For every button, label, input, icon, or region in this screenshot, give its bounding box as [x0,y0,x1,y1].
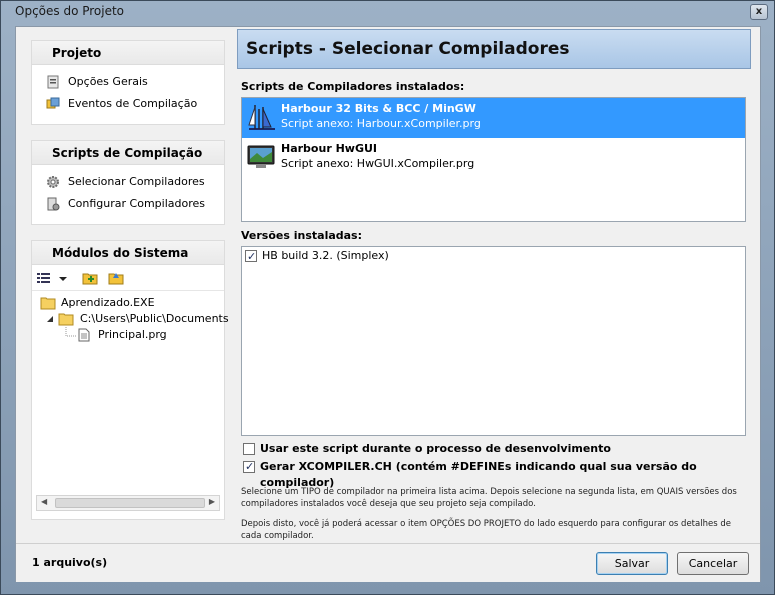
monitor-icon [247,145,275,168]
modules-horizontal-scrollbar[interactable]: ◀ ▶ [36,495,220,511]
versions-list[interactable]: HB build 3.2. (Simplex) [241,246,746,436]
tree-node-prg-label: Principal.prg [98,328,167,341]
compiler-name: Harbour HwGUI [281,142,377,155]
help-text-1: Selecione um TIPO de compilador na prime… [241,487,737,509]
tree-node-prg[interactable]: Principal.prg [32,327,224,343]
events-icon [46,97,60,109]
scroll-left-icon[interactable]: ◀ [41,497,47,506]
page-title: Scripts - Selecionar Compiladores [237,29,751,69]
expand-arrow-icon[interactable] [46,315,54,323]
main-panel: Scripts - Selecionar Compiladores Script… [237,27,752,543]
panel-projeto-header: Projeto [32,41,224,65]
close-button[interactable]: x [750,4,768,20]
dropdown-arrow-icon[interactable] [58,270,68,286]
folder-icon [40,297,56,310]
installed-compilers-label: Scripts de Compiladores instalados: [241,80,465,93]
tree-line-icon [65,327,76,337]
folder-icon [58,313,74,326]
modules-toolbar [32,265,224,291]
scrollbar-thumb[interactable] [55,498,205,508]
compiler-script: Script anexo: Harbour.xCompiler.prg [281,117,481,130]
panel-scripts-header: Scripts de Compilação [32,141,224,165]
nav-eventos-compilacao-label: Eventos de Compilação [68,97,198,110]
nav-configurar-compiladores[interactable]: Configurar Compiladores [32,193,224,215]
window-title: Opções do Projeto [15,4,125,18]
list-item-compiler-hwgui[interactable]: Harbour HwGUI Script anexo: HwGUI.xCompi… [242,138,745,178]
nav-configurar-compiladores-label: Configurar Compiladores [68,197,206,210]
settings-icon [47,75,59,89]
nav-opcoes-gerais-label: Opções Gerais [68,75,148,88]
compilers-list[interactable]: Harbour 32 Bits & BCC / MinGW Script ane… [241,97,746,222]
save-button[interactable]: Salvar [596,552,668,575]
list-item-compiler-harbour[interactable]: Harbour 32 Bits & BCC / MinGW Script ane… [242,98,745,138]
file-icon [78,328,90,342]
dialog-footer: 1 arquivo(s) Salvar Cancelar [16,543,760,582]
option-dev-checkbox[interactable] [243,443,255,455]
scroll-right-icon[interactable]: ▶ [209,497,215,506]
option-generate-ch[interactable]: Gerar XCOMPILER.CH (contém #DEFINEs indi… [243,459,752,489]
nav-selecionar-compiladores-label: Selecionar Compiladores [68,175,205,188]
tree-node-folder[interactable]: C:\Users\Public\Documents [32,311,229,327]
gear-icon [47,176,59,188]
nav-eventos-compilacao[interactable]: Eventos de Compilação [32,93,224,115]
panel-modulos-header: Módulos do Sistema [32,241,224,265]
option-dev-label: Usar este script durante o processo de d… [260,442,611,455]
panel-projeto: Projeto Opções Gerais Eventos de Compila… [31,40,225,125]
title-bar[interactable]: Opções do Projeto x [1,1,774,23]
version-checkbox[interactable] [245,248,257,266]
tree-node-exe[interactable]: Aprendizado.EXE [32,295,224,311]
nav-selecionar-compiladores[interactable]: Selecionar Compiladores [32,171,224,193]
tree-node-folder-label: C:\Users\Public\Documents [80,312,229,325]
nav-opcoes-gerais[interactable]: Opções Gerais [32,71,224,93]
cancel-button[interactable]: Cancelar [677,552,749,575]
dialog-client: Projeto Opções Gerais Eventos de Compila… [15,26,761,582]
list-view-icon[interactable] [36,270,52,286]
panel-modulos: Módulos do Sistema Aprendizado.EXE C:\Us… [31,240,229,520]
open-folder-icon[interactable] [108,270,124,286]
tree-node-exe-label: Aprendizado.EXE [61,296,155,309]
version-label: HB build 3.2. (Simplex) [262,249,389,262]
project-options-window: Opções do Projeto x Projeto Opções Gerai… [0,0,775,595]
list-item-version[interactable]: HB build 3.2. (Simplex) [242,247,745,266]
harbour-icon [248,105,275,130]
file-count: 1 arquivo(s) [32,556,108,569]
panel-scripts: Scripts de Compilação Selecionar Compila… [31,140,225,225]
installed-versions-label: Versões instaladas: [241,229,363,242]
option-dev-script[interactable]: Usar este script durante o processo de d… [243,441,611,457]
compiler-script: Script anexo: HwGUI.xCompiler.prg [281,157,475,170]
option-gen-label: Gerar XCOMPILER.CH (contém #DEFINEs indi… [260,460,697,489]
compiler-name: Harbour 32 Bits & BCC / MinGW [281,102,476,115]
configure-icon [47,197,60,211]
option-gen-checkbox[interactable] [243,459,255,475]
add-folder-icon[interactable] [82,270,98,286]
help-text-2: Depois disto, você já poderá acessar o i… [241,519,731,541]
